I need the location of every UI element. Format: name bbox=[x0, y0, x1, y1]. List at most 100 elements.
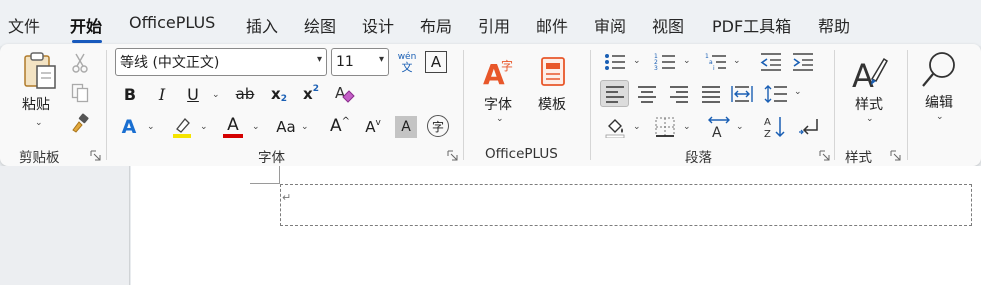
bullets-dropdown-icon[interactable]: ⌄ bbox=[633, 56, 641, 66]
text-effects-button[interactable]: A bbox=[117, 114, 141, 140]
officeplus-font-button[interactable]: A 字 bbox=[478, 52, 520, 92]
officeplus-template-button[interactable] bbox=[534, 52, 574, 92]
font-size-dropdown-icon[interactable]: ▾ bbox=[379, 54, 384, 65]
superscript-button[interactable]: x2 bbox=[300, 82, 322, 106]
tab-draw[interactable]: 绘图 bbox=[304, 13, 336, 37]
justify-button[interactable] bbox=[698, 81, 724, 106]
increase-indent-button[interactable] bbox=[790, 50, 816, 74]
align-center-button[interactable] bbox=[634, 81, 660, 106]
officeplus-font-dropdown-icon[interactable]: ⌄ bbox=[496, 114, 504, 124]
tab-design[interactable]: 设计 bbox=[362, 13, 394, 37]
sort-button[interactable]: AZ bbox=[762, 114, 788, 140]
change-case-button[interactable]: Aa bbox=[272, 116, 300, 138]
copy-button[interactable] bbox=[70, 82, 90, 104]
bullets-button[interactable] bbox=[602, 50, 628, 74]
character-shading-button[interactable]: A bbox=[395, 116, 417, 138]
styles-label: 样式 bbox=[855, 97, 883, 113]
numbering-dropdown-icon[interactable]: ⌄ bbox=[683, 56, 691, 66]
subscript-button[interactable]: x2 bbox=[268, 82, 290, 106]
underline-dropdown-icon[interactable]: ⌄ bbox=[212, 90, 220, 100]
distributed-icon bbox=[731, 85, 753, 102]
tab-officeplus[interactable]: OfficePLUS bbox=[129, 13, 215, 32]
font-size-combo[interactable]: 11 ▾ bbox=[331, 48, 389, 76]
paragraph-launcher-icon[interactable] bbox=[819, 150, 830, 161]
line-spacing-button[interactable] bbox=[763, 81, 789, 106]
text-boundary[interactable] bbox=[280, 184, 972, 226]
separator bbox=[590, 50, 591, 160]
bold-button[interactable]: B bbox=[119, 82, 141, 106]
tab-home[interactable]: 开始 bbox=[70, 13, 102, 37]
clipboard-launcher-icon[interactable] bbox=[90, 150, 101, 161]
borders-dropdown-icon[interactable]: ⌄ bbox=[683, 122, 691, 132]
phonetic-guide-button[interactable]: wén 文 bbox=[394, 49, 420, 77]
clipboard-group-label: 剪贴板 bbox=[19, 150, 60, 166]
multilevel-dropdown-icon[interactable]: ⌄ bbox=[733, 56, 741, 66]
numbering-button[interactable]: 123 bbox=[652, 50, 678, 74]
grow-font-button[interactable]: A ^ bbox=[328, 114, 352, 138]
shrink-font-label: A bbox=[365, 118, 376, 136]
font-name-combo[interactable]: 等线 (中文正文) ▾ bbox=[115, 48, 327, 76]
decrease-indent-button[interactable] bbox=[758, 50, 784, 74]
clear-formatting-button[interactable]: A bbox=[332, 82, 356, 106]
svg-text:3: 3 bbox=[654, 65, 658, 72]
paragraph-group-label: 段落 bbox=[685, 150, 712, 166]
italic-button[interactable]: I bbox=[151, 82, 173, 106]
cut-button[interactable] bbox=[70, 52, 90, 74]
show-hide-marks-button[interactable] bbox=[796, 114, 822, 140]
ribbon: 粘贴 ⌄ 剪贴板 等线 (中文正文) ▾ 11 ▾ wén 文 A B I U … bbox=[0, 44, 981, 166]
format-painter-button[interactable] bbox=[70, 112, 90, 134]
styles-dropdown-icon[interactable]: ⌄ bbox=[866, 114, 874, 124]
font-launcher-icon[interactable] bbox=[447, 150, 458, 161]
tab-layout[interactable]: 布局 bbox=[420, 13, 452, 37]
strikethrough-button[interactable]: ab bbox=[232, 82, 258, 106]
paint-bucket-icon bbox=[605, 119, 625, 138]
svg-text:A: A bbox=[764, 117, 771, 128]
shading-button[interactable] bbox=[602, 114, 628, 140]
tab-file[interactable]: 文件 bbox=[8, 13, 40, 37]
font-name-value: 等线 (中文正文) bbox=[120, 55, 220, 71]
separator bbox=[463, 50, 464, 160]
font-color-dropdown-icon[interactable]: ⌄ bbox=[252, 122, 260, 132]
character-border-button[interactable]: A bbox=[425, 51, 447, 73]
tab-help[interactable]: 帮助 bbox=[818, 13, 850, 37]
align-right-button[interactable] bbox=[666, 81, 692, 106]
paste-dropdown-icon[interactable]: ⌄ bbox=[35, 118, 43, 128]
underline-button[interactable]: U bbox=[182, 82, 204, 106]
editing-button[interactable] bbox=[918, 50, 960, 90]
menu-bar: 文件 开始 OfficePLUS 插入 绘图 设计 布局 引用 邮件 审阅 视图… bbox=[0, 0, 981, 46]
officeplus-template-label: 模板 bbox=[538, 97, 566, 113]
tab-review[interactable]: 审阅 bbox=[594, 13, 626, 37]
font-color-button[interactable]: A bbox=[221, 114, 245, 140]
font-name-dropdown-icon[interactable]: ▾ bbox=[317, 54, 322, 65]
shrink-font-button[interactable]: Av bbox=[361, 116, 385, 138]
editing-dropdown-icon[interactable]: ⌄ bbox=[936, 112, 944, 122]
borders-button[interactable] bbox=[652, 114, 678, 140]
change-case-dropdown-icon[interactable]: ⌄ bbox=[301, 122, 309, 132]
tab-insert[interactable]: 插入 bbox=[246, 13, 278, 37]
styles-gallery-button[interactable]: A bbox=[848, 52, 892, 94]
highlight-button[interactable] bbox=[170, 114, 194, 140]
change-case-label: Aa bbox=[276, 118, 296, 136]
styles-icon: A bbox=[852, 57, 888, 93]
text-effects-dropdown-icon[interactable]: ⌄ bbox=[147, 122, 155, 132]
phonetic-bottom: 文 bbox=[401, 61, 413, 74]
styles-launcher-icon[interactable] bbox=[890, 150, 901, 161]
italic-label: I bbox=[158, 84, 166, 104]
tab-references[interactable]: 引用 bbox=[478, 13, 510, 37]
left-margin-area bbox=[0, 166, 130, 285]
strikethrough-label: ab bbox=[235, 85, 255, 103]
chinese-layout-button[interactable]: A bbox=[705, 114, 733, 140]
shading-dropdown-icon[interactable]: ⌄ bbox=[633, 122, 641, 132]
highlight-dropdown-icon[interactable]: ⌄ bbox=[200, 122, 208, 132]
chinese-layout-dropdown-icon[interactable]: ⌄ bbox=[736, 122, 744, 132]
tab-mailings[interactable]: 邮件 bbox=[536, 13, 568, 37]
tab-view[interactable]: 视图 bbox=[652, 13, 684, 37]
multilevel-list-button[interactable]: 1ai bbox=[703, 50, 729, 74]
copy-icon bbox=[71, 83, 89, 103]
distributed-button[interactable] bbox=[729, 81, 755, 106]
align-left-button[interactable] bbox=[600, 80, 629, 107]
enclose-characters-button[interactable]: 字 bbox=[427, 115, 449, 137]
tab-pdf-toolbox[interactable]: PDF工具箱 bbox=[712, 13, 791, 37]
line-spacing-dropdown-icon[interactable]: ⌄ bbox=[794, 87, 802, 97]
align-left-icon bbox=[605, 85, 624, 103]
